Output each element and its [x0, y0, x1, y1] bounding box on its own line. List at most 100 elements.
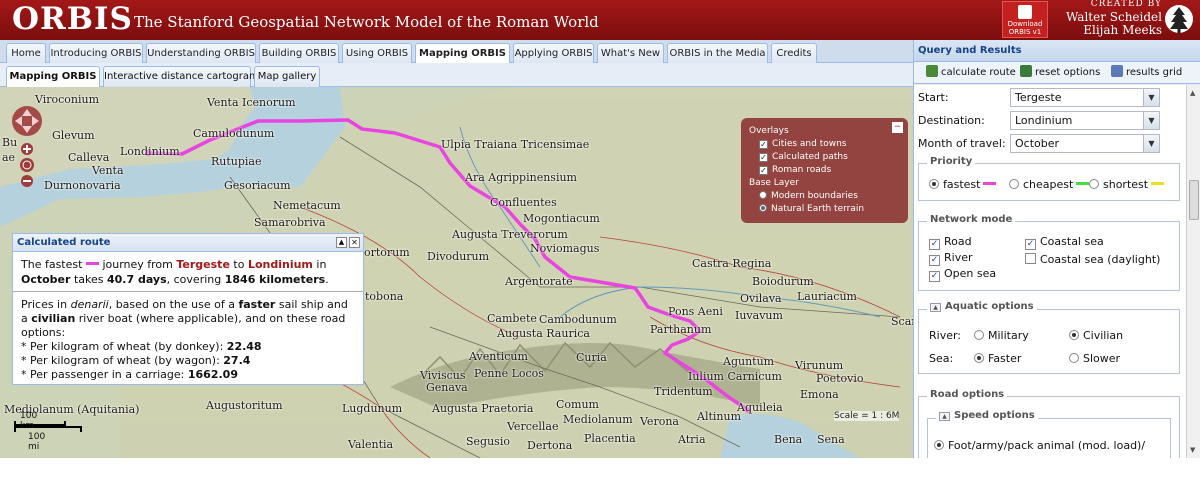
scroll-down-icon[interactable]: ▼ — [1190, 446, 1195, 454]
place-label: Augusta Raurica — [497, 327, 590, 340]
chevron-down-icon[interactable]: ▼ — [1143, 112, 1159, 129]
price-value: 1662.09 — [187, 368, 238, 381]
tab-media[interactable]: ORBIS in the Media — [667, 43, 768, 63]
place-label: Iuvavum — [735, 309, 783, 322]
sub-tab-bar: Mapping ORBIS Interactive distance carto… — [0, 63, 913, 87]
radio-icon[interactable] — [1069, 353, 1079, 363]
place-label: Poetovio — [816, 372, 864, 385]
tab-whats-new[interactable]: What's New — [597, 43, 664, 63]
river-civilian[interactable]: Civilian — [1069, 329, 1123, 342]
speed-foot[interactable]: Foot/army/pack animal (mod. load)/ — [934, 439, 1145, 452]
place-label: Boiodurum — [752, 275, 814, 288]
subtab-cartogram[interactable]: Interactive distance cartogram — [103, 66, 259, 87]
text: takes — [73, 273, 104, 286]
radio-icon[interactable] — [759, 191, 767, 199]
orbis-logo[interactable]: ORBIS — [12, 1, 133, 37]
radio-icon[interactable] — [759, 204, 767, 212]
start-select[interactable]: Tergeste ▼ — [1010, 88, 1160, 107]
tab-understanding[interactable]: Understanding ORBIS — [146, 43, 256, 63]
price-value: 27.4 — [223, 354, 251, 367]
aquatic-title[interactable]: ▲ Aquatic options — [927, 301, 1037, 312]
chevron-down-icon[interactable]: ▼ — [1143, 135, 1159, 152]
pan-zoom-control[interactable] — [10, 102, 44, 202]
overlay-label: Calculated paths — [772, 152, 848, 162]
speed-fieldset: ▲ Speed options Foot/army/pack animal (mo… — [927, 410, 1171, 458]
network-open-sea[interactable]: ✓ Open sea — [929, 267, 996, 282]
download-button[interactable]: Download ORBIS v1 — [1002, 1, 1048, 38]
checkbox-icon[interactable]: ✓ — [759, 166, 768, 175]
panel-scrollbar[interactable]: ▲ ▼ — [1186, 85, 1200, 458]
priority-shortest[interactable]: shortest — [1089, 178, 1165, 191]
network-road[interactable]: ✓ Road — [929, 235, 972, 250]
place-label: Scar — [891, 315, 913, 328]
checkbox-icon[interactable]: ✓ — [929, 239, 940, 250]
checkbox-icon[interactable]: ✓ — [759, 153, 768, 162]
overlay-paths[interactable]: ✓ Calculated paths — [749, 151, 900, 164]
minimize-layer-switcher-button[interactable]: − — [892, 122, 903, 133]
radio-icon[interactable] — [1009, 179, 1019, 189]
scroll-thumb[interactable] — [1189, 180, 1199, 220]
tab-mapping[interactable]: Mapping ORBIS — [415, 43, 510, 64]
place-label: Sena — [817, 433, 845, 446]
calculate-route-button[interactable]: calculate route — [926, 62, 1016, 84]
chevron-down-icon[interactable]: ▼ — [1143, 89, 1159, 106]
priority-cheapest[interactable]: cheapest — [1009, 178, 1090, 191]
text: The fastest — [21, 258, 83, 271]
radio-icon[interactable] — [1089, 179, 1099, 189]
network-coastal-daylight[interactable]: Coastal sea (daylight) — [1025, 253, 1160, 266]
results-grid-button[interactable]: results grid — [1111, 62, 1182, 84]
subtab-mapping[interactable]: Mapping ORBIS — [6, 66, 100, 87]
tab-building[interactable]: Building ORBIS — [259, 43, 339, 63]
radio-icon[interactable] — [929, 179, 939, 189]
checkbox-icon[interactable] — [1025, 253, 1036, 264]
sea-faster[interactable]: Faster — [974, 352, 1021, 365]
radio-icon[interactable] — [974, 330, 984, 340]
checkbox-icon[interactable]: ✓ — [759, 140, 768, 149]
network-river[interactable]: ✓ River — [929, 251, 973, 266]
speed-title[interactable]: ▲ Speed options — [936, 410, 1038, 421]
destination-select[interactable]: Londinium ▼ — [1010, 111, 1160, 130]
tab-introducing[interactable]: Introducing ORBIS — [49, 43, 143, 63]
collapse-icon[interactable]: ▲ — [930, 303, 941, 312]
collapse-button[interactable]: ▲ — [336, 237, 347, 248]
tab-home[interactable]: Home — [6, 43, 46, 63]
place-label: Augusta Treverorum — [452, 228, 568, 241]
panel-toolbar: calculate route reset options results gr… — [914, 62, 1200, 84]
route-to: Londinium — [247, 258, 313, 271]
reset-options-button[interactable]: reset options — [1020, 62, 1100, 84]
place-label: Curia — [576, 351, 607, 364]
subtab-gallery[interactable]: Map gallery — [254, 66, 320, 87]
tab-credits[interactable]: Credits — [771, 43, 817, 63]
place-label: Altinum — [697, 410, 741, 423]
month-select[interactable]: October ▼ — [1010, 134, 1160, 153]
priority-fastest[interactable]: fastest — [929, 178, 997, 191]
base-modern[interactable]: Modern boundaries — [749, 190, 900, 203]
checkbox-icon[interactable]: ✓ — [929, 255, 940, 266]
place-label: Glevum — [52, 129, 95, 142]
overlay-cities[interactable]: ✓ Cities and towns — [749, 138, 900, 151]
place-label: Calleva — [68, 151, 110, 164]
scroll-up-icon[interactable]: ▲ — [1190, 89, 1195, 97]
place-label: Cambete — [487, 312, 537, 325]
tab-applying[interactable]: Applying ORBIS — [513, 43, 594, 63]
place-label: Viroconium — [35, 93, 100, 106]
radio-icon[interactable] — [974, 353, 984, 363]
close-button[interactable]: ✕ — [349, 237, 360, 248]
map-canvas[interactable]: Viroconium Venta Icenorum Glevum Camulod… — [0, 87, 913, 458]
checkbox-icon[interactable]: ✓ — [1025, 239, 1036, 250]
collapse-icon[interactable]: ▲ — [939, 412, 950, 421]
option-label: Road — [944, 235, 972, 248]
priority-fieldset: Priority fastest cheapest shortest — [918, 156, 1180, 201]
road-fieldset: Road options ▲ Speed options Foot/army/pa… — [918, 389, 1180, 458]
option-label: shortest — [1103, 178, 1149, 191]
radio-icon[interactable] — [1069, 330, 1079, 340]
river-military[interactable]: Military — [974, 329, 1029, 342]
network-coastal[interactable]: ✓ Coastal sea — [1025, 235, 1104, 250]
base-terrain[interactable]: Natural Earth terrain — [749, 203, 900, 216]
price-label: * Per kilogram of wheat (by wagon): — [21, 354, 220, 367]
overlay-roads[interactable]: ✓ Roman roads — [749, 164, 900, 177]
checkbox-icon[interactable]: ✓ — [929, 271, 940, 282]
sea-slower[interactable]: Slower — [1069, 352, 1120, 365]
radio-icon[interactable] — [934, 440, 944, 450]
tab-using[interactable]: Using ORBIS — [342, 43, 412, 63]
